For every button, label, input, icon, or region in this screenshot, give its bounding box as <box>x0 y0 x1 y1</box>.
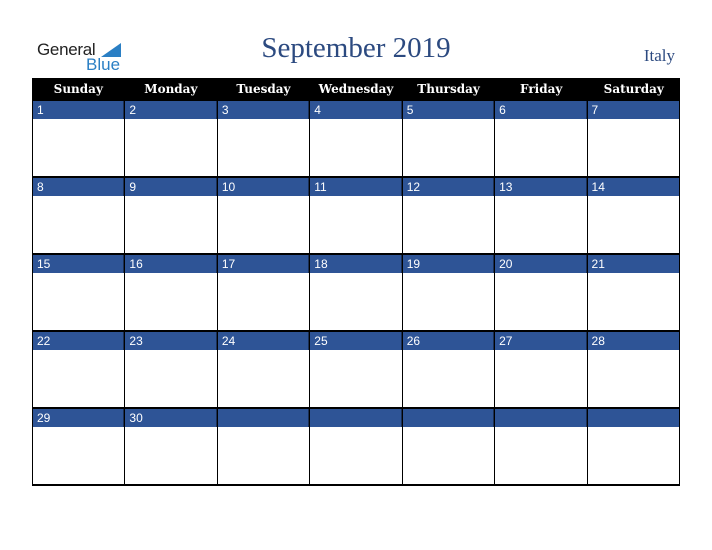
day-cell[interactable] <box>587 409 679 484</box>
calendar-grid: Sunday Monday Tuesday Wednesday Thursday… <box>32 78 680 486</box>
day-number: 1 <box>33 101 125 119</box>
week-row: 29 30 <box>32 409 680 486</box>
day-number: 19 <box>402 255 495 273</box>
day-number <box>217 409 310 427</box>
day-number: 9 <box>125 178 217 196</box>
weekday-header: Sunday <box>53 82 103 96</box>
day-number <box>402 409 495 427</box>
day-number: 6 <box>495 101 587 119</box>
day-number: 22 <box>33 332 125 350</box>
day-cell[interactable]: 14 <box>587 178 679 253</box>
week-row: 1234567 <box>32 101 680 178</box>
day-cell[interactable]: 16 <box>125 255 218 330</box>
day-cell[interactable]: 22 <box>33 332 126 407</box>
weekday-header-row: Sunday Monday Tuesday Wednesday Thursday… <box>32 78 680 101</box>
weekday-header: Tuesday <box>236 82 291 96</box>
day-number: 29 <box>33 409 125 427</box>
day-cell[interactable]: 7 <box>587 101 679 176</box>
day-cell[interactable]: 1 <box>33 101 126 176</box>
weekday-header: Wednesday <box>318 82 394 96</box>
day-cell[interactable]: 26 <box>402 332 496 407</box>
day-cell[interactable]: 24 <box>217 332 311 407</box>
day-cell[interactable] <box>310 409 403 484</box>
day-number: 8 <box>33 178 125 196</box>
day-number: 11 <box>310 178 402 196</box>
weekday-header: Friday <box>520 82 563 96</box>
day-cell[interactable]: 2 <box>125 101 218 176</box>
day-cell[interactable]: 23 <box>125 332 218 407</box>
day-number: 23 <box>125 332 217 350</box>
day-cell[interactable]: 12 <box>402 178 496 253</box>
week-row: 8 9 10 11 12 13 14 <box>32 178 680 255</box>
day-cell[interactable] <box>495 409 588 484</box>
day-cell[interactable] <box>402 409 496 484</box>
day-cell[interactable]: 27 <box>495 332 588 407</box>
day-number: 26 <box>402 332 495 350</box>
day-cell[interactable]: 18 <box>310 255 403 330</box>
weekday-header: Monday <box>144 82 198 96</box>
day-cell[interactable]: 9 <box>125 178 218 253</box>
page-title: September 2019 <box>261 32 451 64</box>
day-number: 10 <box>217 178 310 196</box>
day-cell[interactable]: 19 <box>402 255 496 330</box>
weekday-header: Saturday <box>603 82 664 96</box>
day-cell[interactable]: 6 <box>495 101 588 176</box>
day-number: 2 <box>125 101 217 119</box>
day-number: 30 <box>125 409 217 427</box>
day-number: 24 <box>217 332 310 350</box>
day-cell[interactable]: 21 <box>587 255 679 330</box>
day-cell[interactable]: 17 <box>217 255 311 330</box>
day-number: 4 <box>310 101 402 119</box>
day-number: 18 <box>310 255 402 273</box>
day-cell[interactable]: 10 <box>217 178 311 253</box>
day-number: 5 <box>402 101 495 119</box>
day-cell[interactable] <box>217 409 311 484</box>
day-number: 27 <box>495 332 587 350</box>
day-cell[interactable]: 11 <box>310 178 403 253</box>
day-number: 15 <box>33 255 125 273</box>
day-number: 17 <box>217 255 310 273</box>
day-number: 25 <box>310 332 402 350</box>
day-number <box>495 409 587 427</box>
day-number <box>587 409 679 427</box>
day-cell[interactable]: 4 <box>310 101 403 176</box>
day-number <box>310 409 402 427</box>
weekday-header: Thursday <box>417 82 480 96</box>
day-cell[interactable]: 28 <box>587 332 679 407</box>
day-number: 28 <box>587 332 679 350</box>
day-number: 12 <box>402 178 495 196</box>
day-cell[interactable]: 5 <box>402 101 496 176</box>
day-cell[interactable]: 20 <box>495 255 588 330</box>
day-cell[interactable]: 25 <box>310 332 403 407</box>
country-label: Italy <box>643 46 675 65</box>
day-number: 21 <box>587 255 679 273</box>
day-cell[interactable]: 15 <box>33 255 126 330</box>
day-number: 13 <box>495 178 587 196</box>
day-number: 7 <box>587 101 679 119</box>
day-cell[interactable]: 13 <box>495 178 588 253</box>
week-row: 15 16 17 18 19 20 21 <box>32 255 680 332</box>
day-cell[interactable]: 30 <box>125 409 218 484</box>
day-cell[interactable]: 3 <box>217 101 311 176</box>
day-cell[interactable]: 29 <box>33 409 126 484</box>
day-number: 20 <box>495 255 587 273</box>
day-number: 16 <box>125 255 217 273</box>
day-number: 14 <box>587 178 679 196</box>
day-cell[interactable]: 8 <box>33 178 126 253</box>
day-number: 3 <box>217 101 310 119</box>
week-row: 22 23 24 25 26 27 28 <box>32 332 680 409</box>
